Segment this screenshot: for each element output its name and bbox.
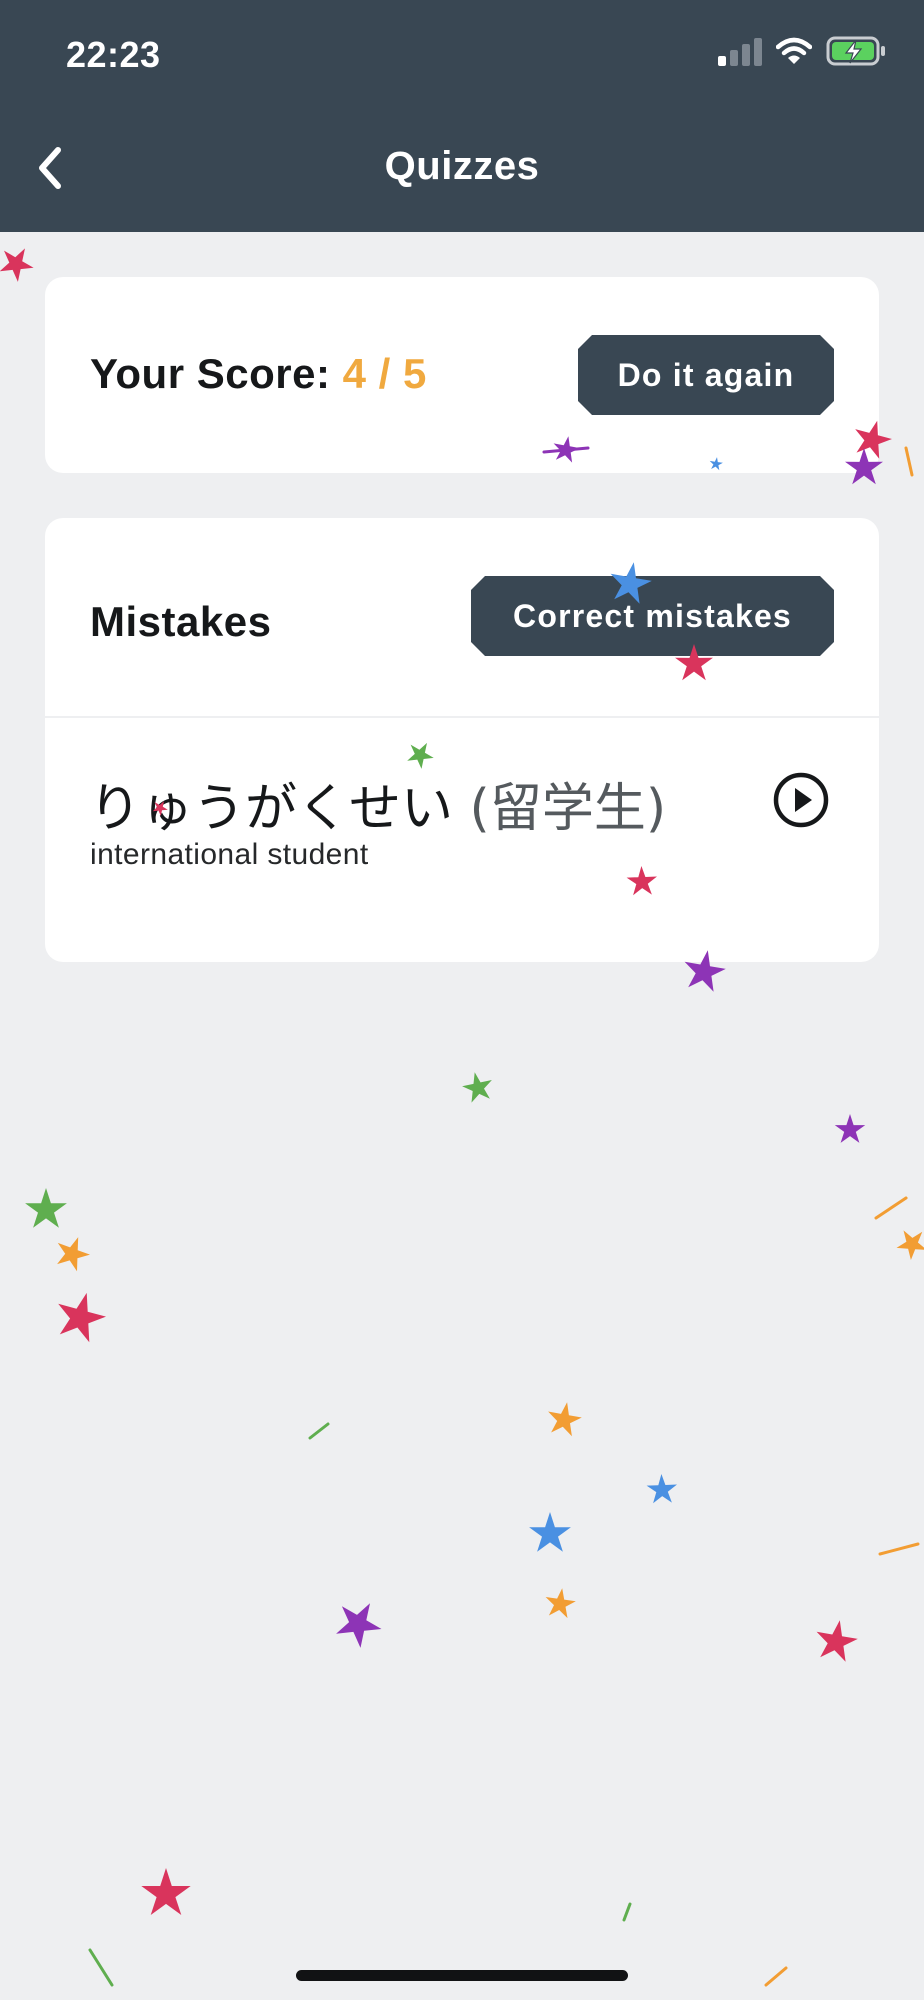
confetti-sliver: [878, 1542, 920, 1556]
confetti-sliver: [904, 446, 914, 477]
mistake-word: りゅうがくせい (留学生): [89, 766, 666, 841]
confetti-star: [462, 1072, 492, 1103]
correct-mistakes-button[interactable]: Correct mistakes: [471, 576, 834, 656]
confetti-sliver: [874, 1196, 908, 1220]
confetti-star: [646, 1474, 677, 1504]
score-label: Your Score:: [90, 350, 343, 397]
status-icons: [718, 36, 886, 66]
mistakes-title: Mistakes: [90, 598, 272, 645]
confetti-star: [545, 1588, 576, 1619]
confetti-star: [141, 1868, 191, 1915]
quiz-results-screen: 22:23 Quizzes Your Score: 4 / 5 Do it ag…: [0, 0, 924, 2000]
app-header: 22:23 Quizzes: [0, 0, 924, 232]
confetti-sliver: [622, 1902, 632, 1922]
word-kana: りゅうがくせい: [89, 779, 454, 839]
confetti-star: [0, 248, 34, 282]
wifi-icon: [776, 37, 812, 64]
confetti-star: [834, 1114, 866, 1143]
signal-icon: [718, 36, 762, 66]
confetti-sliver: [764, 1966, 788, 1987]
confetti-sliver: [308, 1422, 330, 1440]
confetti-star: [57, 1237, 90, 1272]
confetti-star: [336, 1603, 382, 1648]
mistakes-card: Mistakes Correct mistakes りゅうがくせい (留学生) …: [45, 518, 879, 962]
confetti-star: [548, 1402, 582, 1437]
home-indicator: [296, 1970, 628, 1981]
score-card: Your Score: 4 / 5 Do it again: [45, 277, 879, 473]
do-it-again-button[interactable]: Do it again: [578, 335, 834, 415]
page-title: Quizzes: [384, 144, 540, 188]
confetti-star: [896, 1230, 924, 1260]
confetti-star: [58, 1292, 106, 1343]
confetti-star: [529, 1512, 571, 1552]
confetti-sliver: [88, 1948, 114, 1987]
play-circle-icon[interactable]: [771, 770, 831, 830]
word-meaning: international student: [90, 838, 369, 871]
word-kanji: (留学生): [453, 779, 667, 839]
score-value: 4 / 5: [342, 350, 427, 397]
confetti-star: [25, 1188, 67, 1228]
confetti-star: [816, 1620, 858, 1662]
divider: [45, 716, 879, 718]
score-text: Your Score: 4 / 5: [90, 350, 427, 398]
status-time: 22:23: [66, 34, 161, 75]
battery-charging-icon: [826, 36, 885, 66]
